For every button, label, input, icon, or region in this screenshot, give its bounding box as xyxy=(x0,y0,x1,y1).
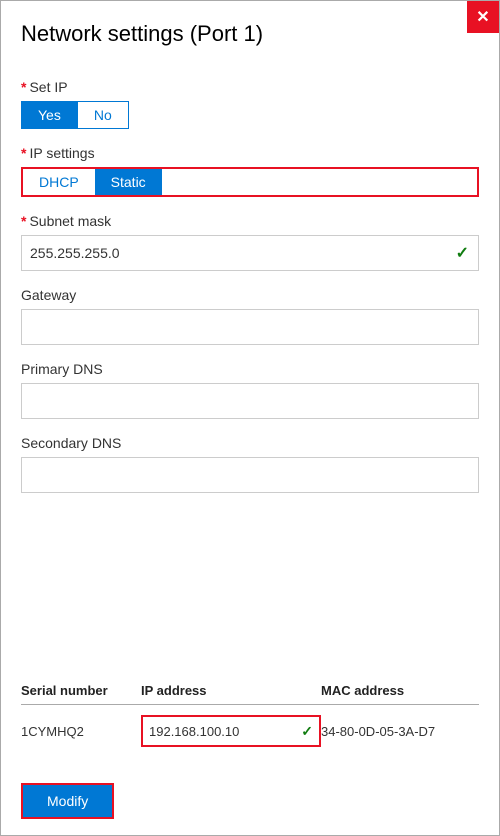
secondary-dns-group: Secondary DNS xyxy=(21,435,479,493)
primary-dns-label: Primary DNS xyxy=(21,361,479,377)
set-ip-label: *Set IP xyxy=(21,79,479,95)
primary-dns-group: Primary DNS xyxy=(21,361,479,419)
set-ip-yes-button[interactable]: Yes xyxy=(21,101,77,129)
ip-check-icon: ✓ xyxy=(301,723,313,740)
subnet-mask-input[interactable] xyxy=(21,235,479,271)
col-mac-header: MAC address xyxy=(321,683,479,698)
set-ip-group: *Set IP Yes No xyxy=(21,79,479,129)
gateway-group: Gateway xyxy=(21,287,479,345)
gateway-label: Gateway xyxy=(21,287,479,303)
set-ip-no-button[interactable]: No xyxy=(77,101,129,129)
ip-settings-label: *IP settings xyxy=(21,145,479,161)
col-serial-header: Serial number xyxy=(21,683,141,698)
device-table: Serial number IP address MAC address 1CY… xyxy=(21,683,479,747)
mac-cell: 34-80-0D-05-3A-D7 xyxy=(321,724,479,739)
secondary-dns-input[interactable] xyxy=(21,457,479,493)
dialog-footer: Modify xyxy=(1,767,499,835)
subnet-mask-group: *Subnet mask ✓ xyxy=(21,213,479,271)
dialog-title: Network settings (Port 1) xyxy=(1,1,499,63)
primary-dns-input[interactable] xyxy=(21,383,479,419)
ip-cell-box: 192.168.100.10 ✓ xyxy=(141,715,321,747)
required-star-subnet: * xyxy=(21,213,26,229)
ip-cell: 192.168.100.10 ✓ xyxy=(141,715,321,747)
ip-value: 192.168.100.10 xyxy=(149,724,297,739)
table-row: 1CYMHQ2 192.168.100.10 ✓ 34-80-0D-05-3A-… xyxy=(21,705,479,747)
close-icon: ✕ xyxy=(476,7,489,27)
subnet-mask-input-wrapper: ✓ xyxy=(21,235,479,271)
serial-cell: 1CYMHQ2 xyxy=(21,724,141,739)
dhcp-button[interactable]: DHCP xyxy=(23,169,95,195)
modify-button[interactable]: Modify xyxy=(21,783,114,819)
ip-settings-group: *IP settings DHCP Static xyxy=(21,145,479,197)
set-ip-toggle-group: Yes No xyxy=(21,101,479,129)
dialog-body: *Set IP Yes No *IP settings DHCP Static … xyxy=(1,63,499,767)
gateway-input[interactable] xyxy=(21,309,479,345)
required-star-set-ip: * xyxy=(21,79,26,95)
required-star-ip-settings: * xyxy=(21,145,26,161)
table-header: Serial number IP address MAC address xyxy=(21,683,479,705)
secondary-dns-label: Secondary DNS xyxy=(21,435,479,451)
close-button[interactable]: ✕ xyxy=(467,1,499,33)
col-ip-header: IP address xyxy=(141,683,321,698)
subnet-mask-label: *Subnet mask xyxy=(21,213,479,229)
network-settings-dialog: ✕ Network settings (Port 1) *Set IP Yes … xyxy=(0,0,500,836)
static-button[interactable]: Static xyxy=(95,169,162,195)
ip-settings-toggle-group: DHCP Static xyxy=(21,167,479,197)
